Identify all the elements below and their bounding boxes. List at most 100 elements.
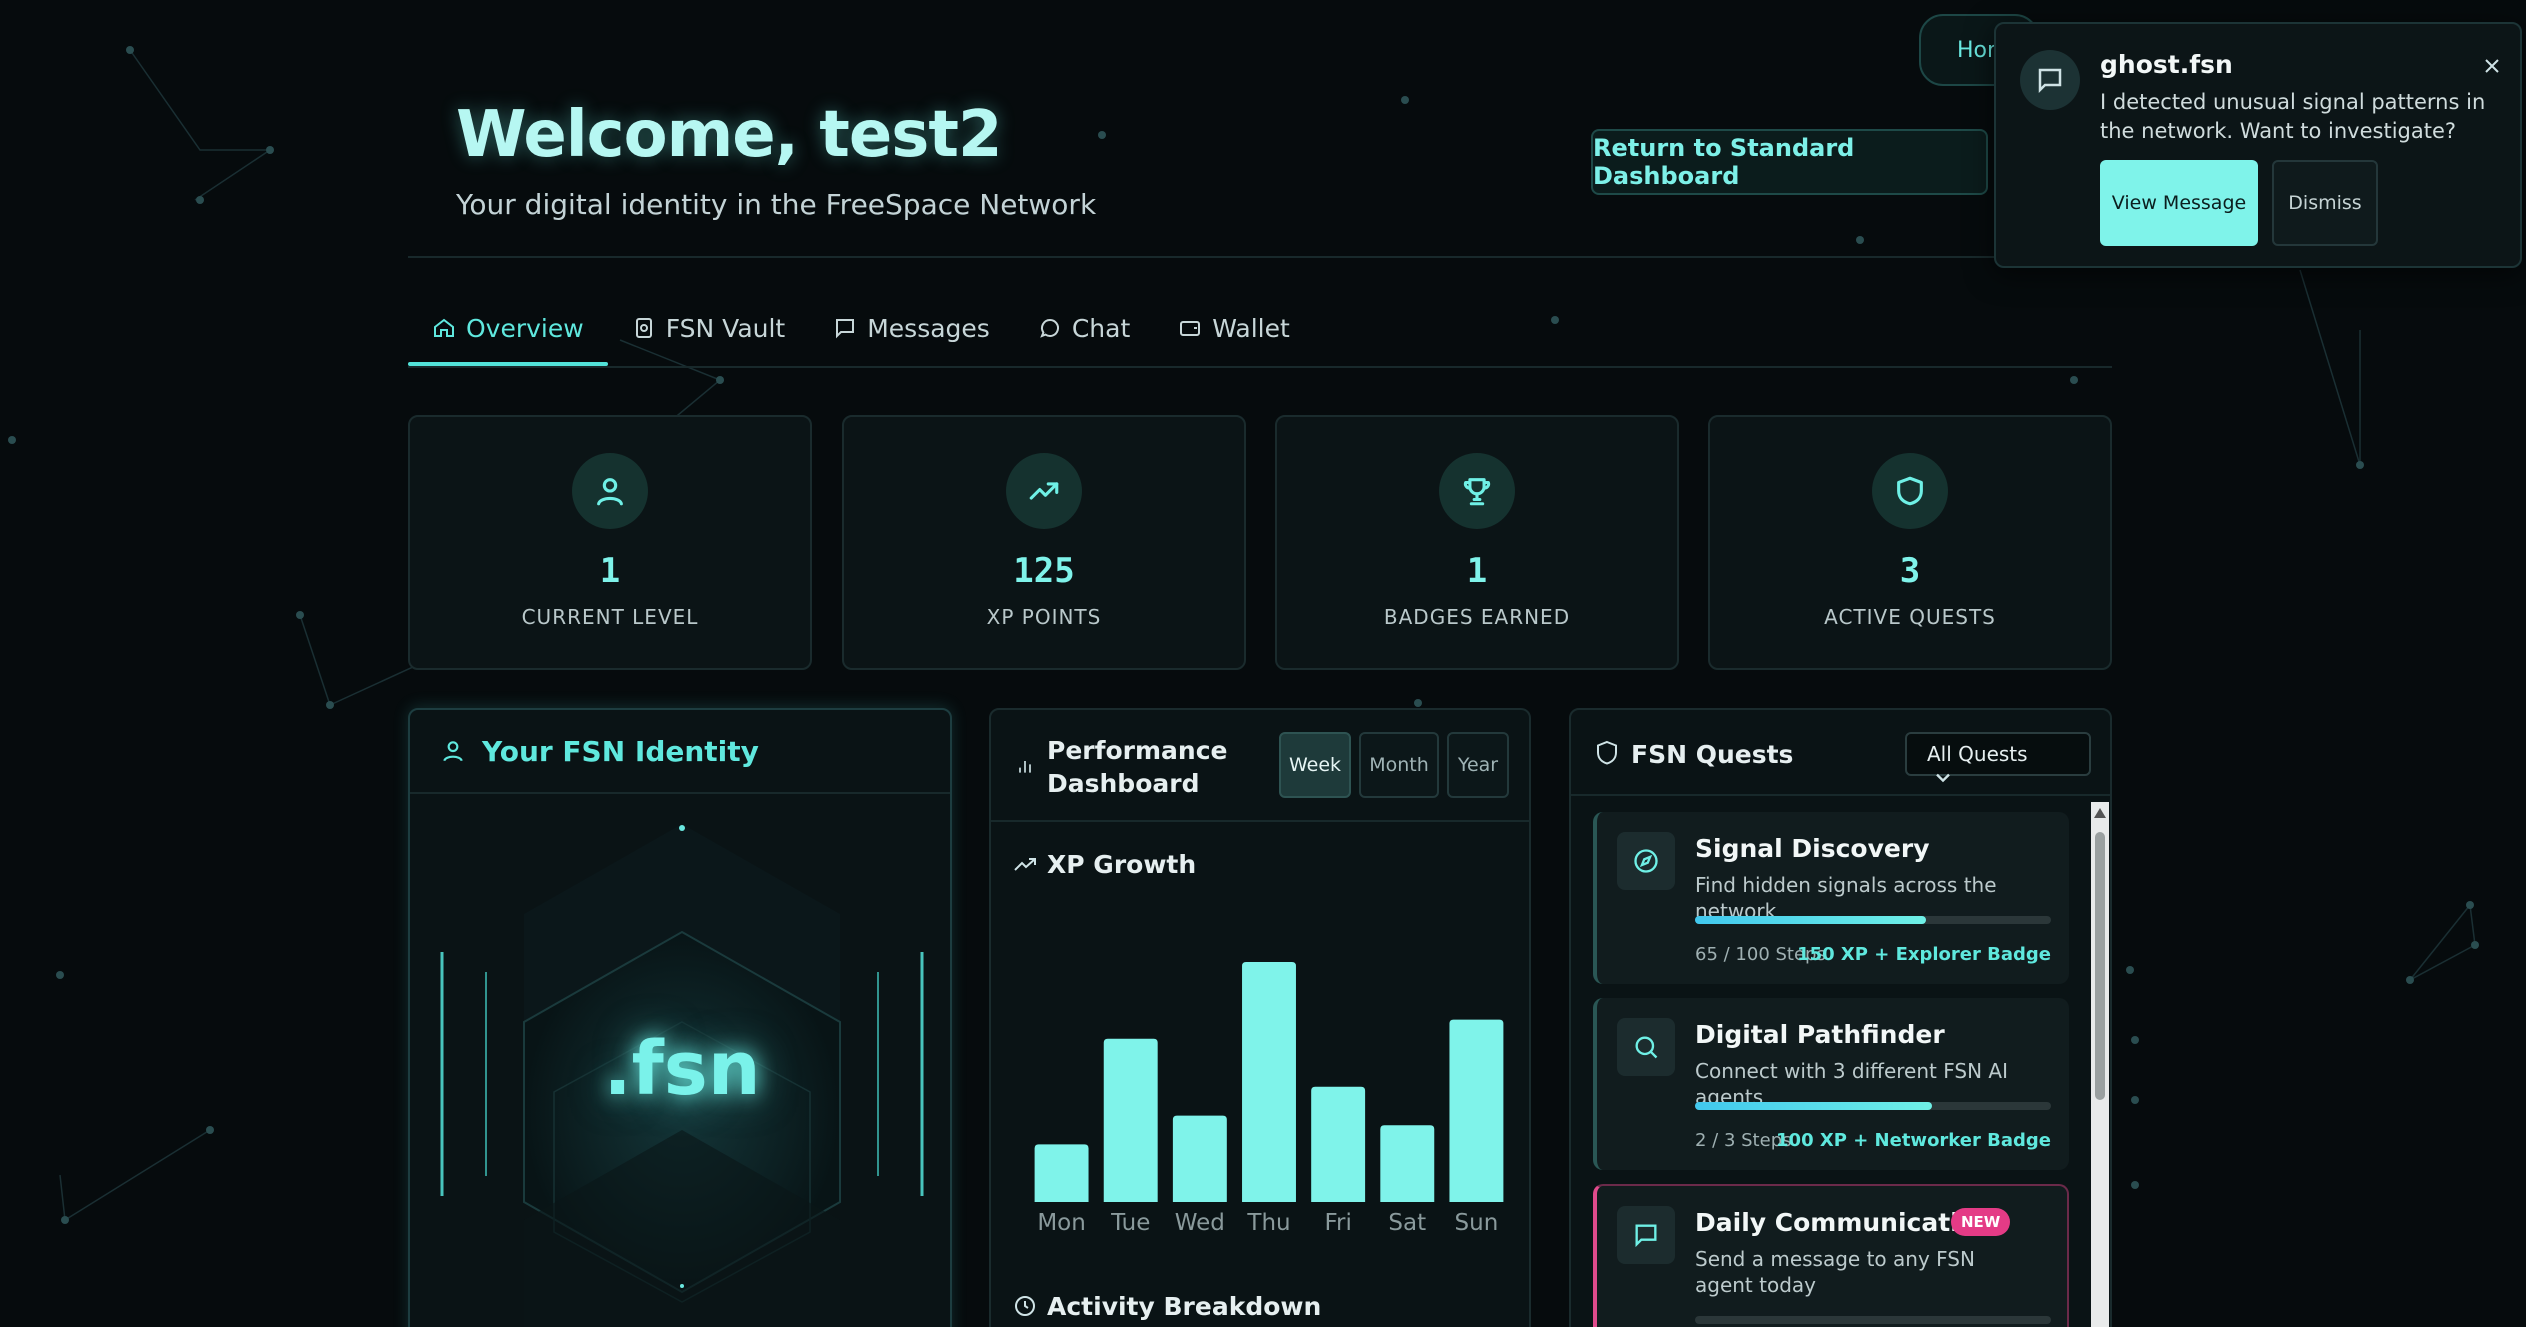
quest-title: Signal Discovery: [1695, 834, 1930, 863]
scroll-up-arrow-icon[interactable]: [2094, 808, 2106, 818]
quest-progress-fill: [1695, 1102, 1933, 1110]
search-icon: [1635, 1036, 1658, 1059]
chart-tick-label: Sat: [1388, 1210, 1426, 1236]
range-week-button[interactable]: Week: [1279, 732, 1351, 798]
return-standard-dashboard-button[interactable]: Return to Standard Dashboard: [1591, 129, 1988, 195]
stat-value: 1: [599, 551, 621, 591]
bar-chart-icon: [1019, 761, 1031, 773]
notification-message: I detected unusual signal patterns in th…: [2100, 90, 2486, 143]
quest-card-daily-communication[interactable]: Daily Communication NEW Send a message t…: [1593, 1184, 2069, 1327]
chart-bar-thu: [1242, 962, 1296, 1202]
quest-filter-value: All Quests: [1927, 742, 2028, 766]
xp-growth-title: XP Growth: [1047, 850, 1197, 879]
tab-label: FSN Vault: [665, 313, 786, 343]
close-icon[interactable]: [2480, 54, 2504, 78]
stat-card-quests: 3 ACTIVE QUESTS: [1708, 415, 2112, 670]
identity-header: Your FSN Identity: [410, 710, 950, 794]
quest-progress-bar: [1695, 916, 2051, 924]
quests-scrollbar[interactable]: [2091, 802, 2109, 1327]
vault-icon: [635, 318, 652, 338]
chart-tick-label: Mon: [1037, 1210, 1086, 1236]
tab-wallet[interactable]: Wallet: [1154, 290, 1314, 366]
view-message-button[interactable]: View Message: [2100, 160, 2258, 246]
quest-title: Daily Communication: [1695, 1208, 1994, 1237]
tab-label: Messages: [867, 313, 990, 343]
message-square-icon: [836, 319, 855, 339]
shield-icon: [1597, 740, 1617, 765]
chart-tick-label: Sun: [1455, 1210, 1499, 1236]
identity-title: Your FSN Identity: [482, 734, 759, 768]
chart-tick-label: Tue: [1110, 1210, 1150, 1236]
stat-label: XP POINTS: [986, 605, 1102, 629]
tab-label: Wallet: [1212, 313, 1290, 343]
chart-tick-label: Thu: [1246, 1210, 1290, 1236]
notification-toast: ghost.fsn I detected unusual signal patt…: [1994, 22, 2522, 268]
quest-progress-fill: [1695, 916, 1927, 924]
tab-overview[interactable]: Overview: [408, 290, 608, 366]
range-year-button[interactable]: Year: [1447, 732, 1509, 798]
quest-description: Send a message to any FSN agent today: [1695, 1247, 1975, 1297]
stat-value: 3: [1899, 551, 1921, 591]
tab-messages[interactable]: Messages: [809, 290, 1014, 366]
quest-card-digital-pathfinder[interactable]: Digital Pathfinder Connect with 3 differ…: [1593, 998, 2069, 1170]
chart-tick-label: Wed: [1175, 1210, 1225, 1236]
quest-reward: 100 XP + Networker Badge: [1776, 1130, 2051, 1151]
message-square-icon: [2038, 68, 2062, 94]
trending-up-icon: [1029, 482, 1059, 500]
scrollbar-thumb[interactable]: [2095, 832, 2105, 1100]
identity-emblem: .fsn: [410, 796, 950, 1327]
stat-label: ACTIVE QUESTS: [1824, 605, 1996, 629]
chat-bubble-icon: [1040, 318, 1059, 338]
performance-title: Performance Dashboard: [1047, 736, 1228, 798]
tab-fsn-vault[interactable]: FSN Vault: [608, 290, 810, 366]
stat-card-level: 1 CURRENT LEVEL: [408, 415, 812, 670]
quest-progress-bar: [1695, 1316, 2051, 1324]
stat-card-xp: 125 XP POINTS: [842, 415, 1246, 670]
range-month-button[interactable]: Month: [1359, 732, 1439, 798]
quest-title: Digital Pathfinder: [1695, 1020, 1945, 1049]
chevron-down-icon: [1936, 773, 1950, 783]
identity-panel: Your FSN Identity .fsn: [408, 708, 952, 1327]
tabs-divider: [408, 366, 2112, 368]
xp-growth-chart: Mon Tue Wed Thu Fri Sat Sun: [1034, 962, 1504, 1236]
quests-title: FSN Quests: [1631, 740, 1794, 769]
chart-bar-tue: [1103, 1038, 1158, 1202]
chart-bar-fri: [1311, 1086, 1366, 1202]
stat-label: BADGES EARNED: [1383, 605, 1571, 629]
stat-label: CURRENT LEVEL: [521, 605, 699, 629]
user-icon: [597, 478, 623, 506]
performance-header: Performance Dashboard Week Month Year: [991, 710, 1529, 822]
welcome-subtitle: Your digital identity in the FreeSpace N…: [456, 188, 1097, 221]
chart-bar-sat: [1380, 1125, 1435, 1202]
chart-bar-sun: [1449, 1019, 1504, 1202]
fsn-domain-label: .fsn: [603, 1026, 761, 1112]
clock-icon: [1015, 1296, 1035, 1316]
tab-bar: Overview FSN Vault Messages Chat Wallet: [408, 290, 1314, 366]
chart-bar-mon: [1034, 1144, 1089, 1202]
new-badge: NEW: [1951, 1208, 2011, 1236]
quests-panel: FSN Quests All Quests Signal Discovery F…: [1569, 708, 2112, 1327]
performance-panel: Performance Dashboard Week Month Year XP…: [989, 708, 1531, 1327]
tab-chat[interactable]: Chat: [1014, 290, 1154, 366]
compass-icon: [1634, 849, 1658, 873]
dismiss-button[interactable]: Dismiss: [2272, 160, 2378, 246]
tab-label: Chat: [1071, 313, 1131, 343]
quest-progress-bar: [1695, 1102, 2051, 1110]
quests-header: FSN Quests All Quests: [1571, 710, 2110, 796]
home-icon: [434, 318, 454, 337]
stat-value: 125: [1013, 551, 1075, 591]
activity-breakdown-title: Activity Breakdown: [1047, 1292, 1322, 1321]
quest-card-signal-discovery[interactable]: Signal Discovery Find hidden signals acr…: [1593, 812, 2069, 984]
message-square-icon: [1635, 1224, 1657, 1248]
shield-icon: [1897, 476, 1923, 506]
quest-filter-select[interactable]: All Quests: [1905, 732, 2091, 783]
notification-sender: ghost.fsn: [2100, 50, 2233, 79]
user-icon: [443, 741, 463, 762]
trending-up-icon: [1014, 858, 1036, 871]
stat-value: 1: [1466, 551, 1488, 591]
header-divider: [408, 256, 2112, 258]
trophy-icon: [1463, 478, 1491, 506]
chart-bar-wed: [1172, 1115, 1227, 1202]
welcome-heading: Welcome, test2: [456, 98, 1002, 172]
tab-label: Overview: [466, 313, 584, 343]
